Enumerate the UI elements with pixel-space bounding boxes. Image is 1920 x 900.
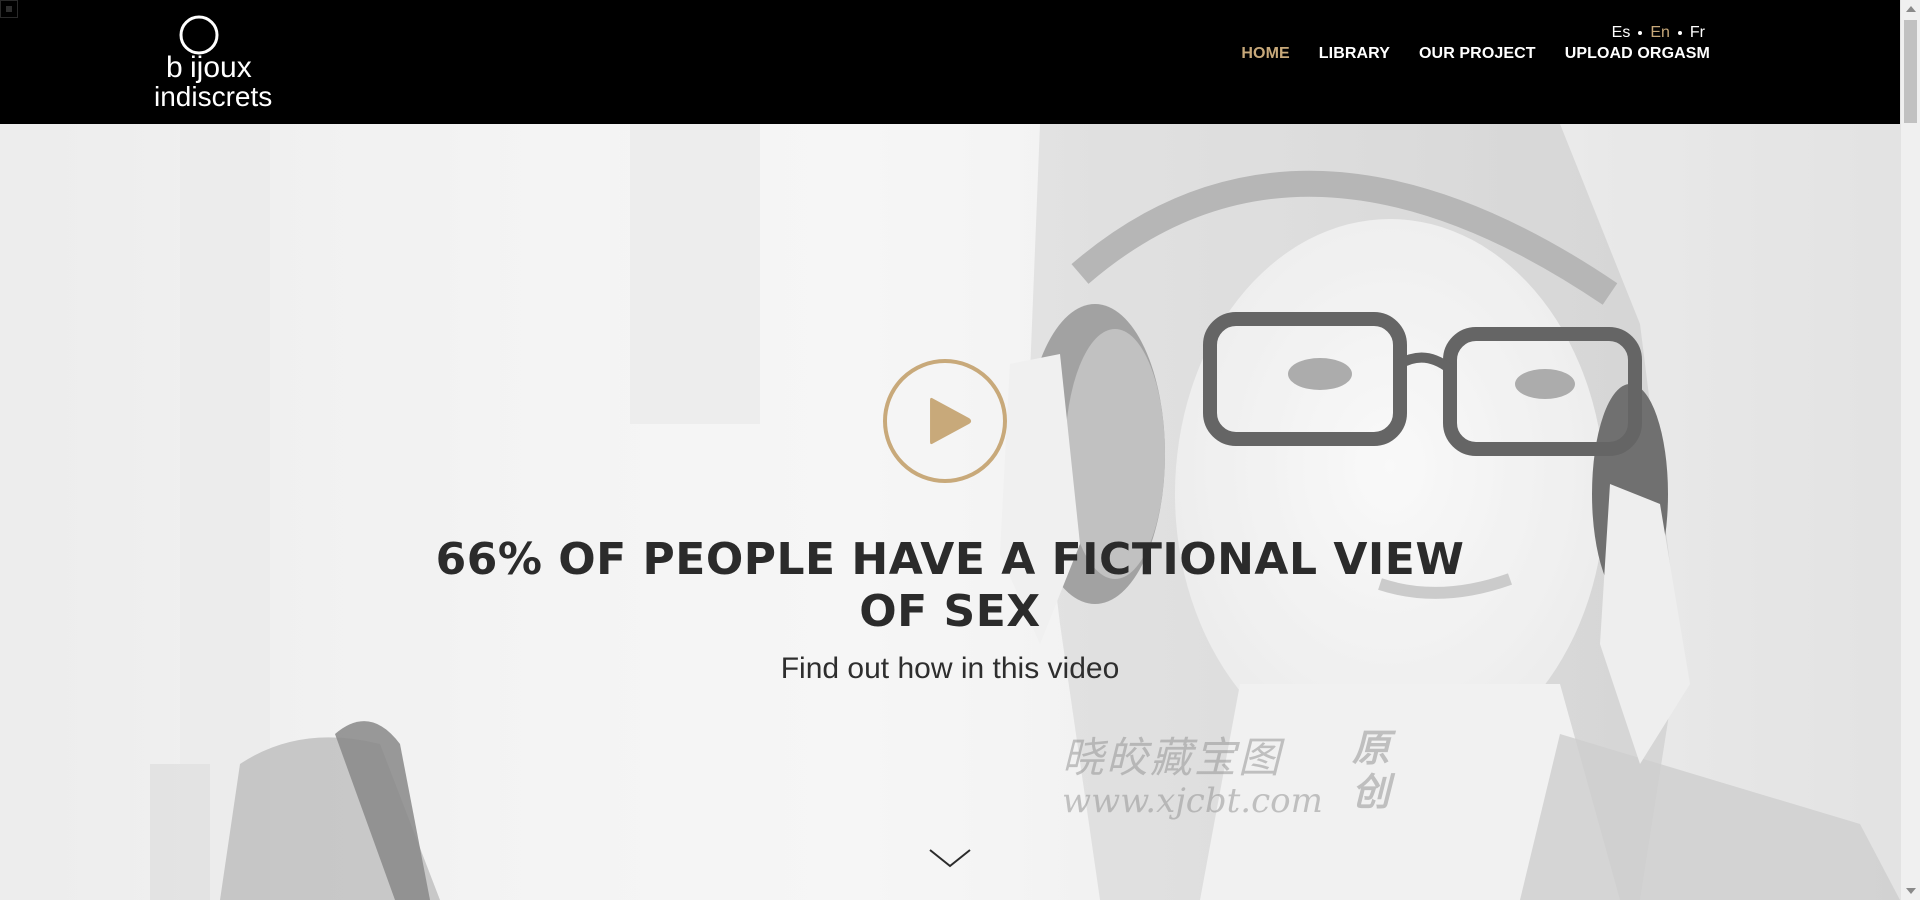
play-video-button[interactable] (883, 359, 1007, 483)
play-icon (930, 397, 972, 445)
nav-our-project[interactable]: OUR PROJECT (1419, 45, 1536, 63)
svg-text:b: b (166, 51, 183, 84)
main-nav: HOME LIBRARY OUR PROJECT UPLOAD ORGASM (1241, 45, 1710, 63)
watermark: 晓皎藏宝图 www.xjcbt.com 原 创 (1062, 724, 1390, 822)
lang-en[interactable]: En (1650, 24, 1670, 42)
hero-section: 66% OF PEOPLE HAVE A FICTIONAL VIEW OF S… (0, 124, 1900, 900)
bijoux-indiscrets-logo[interactable]: b ijoux indiscrets (152, 14, 282, 110)
nav-home[interactable]: HOME (1241, 45, 1289, 63)
hero-headline: 66% OF PEOPLE HAVE A FICTIONAL VIEW OF S… (435, 534, 1465, 637)
svg-text:indiscrets: indiscrets (154, 81, 272, 110)
watermark-url: www.xjcbt.com (1062, 781, 1323, 821)
scrollbar-thumb[interactable] (1904, 20, 1917, 123)
scroll-down-arrow-icon[interactable] (1906, 888, 1916, 894)
corner-icon (0, 0, 18, 18)
watermark-title: 晓皎藏宝图 (1062, 733, 1283, 782)
hero-subline: Find out how in this video (780, 652, 1120, 685)
chevron-down-icon[interactable] (928, 847, 972, 869)
lang-separator (1677, 31, 1682, 35)
nav-upload-orgasm[interactable]: UPLOAD ORGASM (1565, 45, 1710, 63)
page-scrollbar[interactable] (1900, 0, 1920, 900)
site-header: b ijoux indiscrets Es En Fr HOME LIBRARY… (0, 0, 1900, 124)
lang-separator (1638, 31, 1643, 35)
lang-es[interactable]: Es (1612, 24, 1631, 42)
hero-background-photo (0, 124, 1900, 900)
nav-library[interactable]: LIBRARY (1319, 45, 1390, 63)
watermark-side: 原 创 (1352, 725, 1391, 814)
svg-text:ijoux: ijoux (190, 51, 252, 84)
scroll-up-arrow-icon[interactable] (1906, 6, 1916, 12)
page: b ijoux indiscrets Es En Fr HOME LIBRARY… (0, 0, 1920, 900)
language-switcher: Es En Fr (1612, 24, 1705, 42)
lang-fr[interactable]: Fr (1690, 24, 1705, 42)
